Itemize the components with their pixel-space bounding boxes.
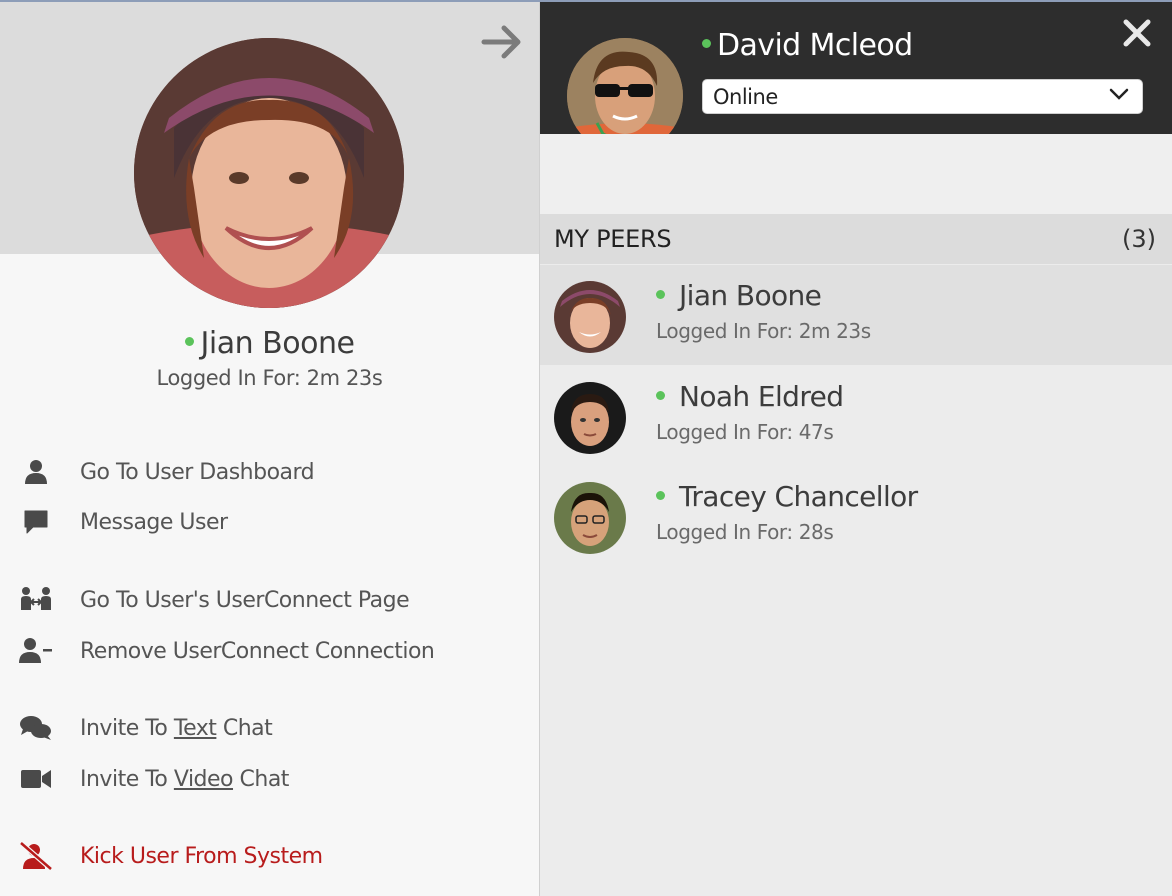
- userconnect-page-label: Go To User's UserConnect Page: [80, 587, 410, 613]
- online-status-dot: [656, 390, 665, 400]
- peer-name: Noah Eldred: [656, 380, 844, 413]
- current-user-name: David Mcleod: [702, 28, 913, 63]
- user-connect-icon: [18, 585, 54, 615]
- peer-logged-in-time: Logged In For: 2m 23s: [656, 319, 871, 343]
- invite-video-suffix: Chat: [233, 766, 290, 792]
- invite-text-chat-action[interactable]: Invite To Text Chat: [18, 710, 273, 746]
- chat-bubbles-icon: [18, 713, 54, 743]
- arrow-right-icon[interactable]: [480, 22, 526, 62]
- peer-logged-in-time: Logged In For: 28s: [656, 520, 834, 544]
- go-to-dashboard-action[interactable]: Go To User Dashboard: [18, 454, 315, 490]
- user-slash-icon: [18, 841, 54, 871]
- online-status-dot: [184, 337, 194, 346]
- peer-item-noah-eldred[interactable]: Noah Eldred Logged In For: 47s: [540, 366, 1172, 466]
- invite-text-prefix: Invite To: [80, 715, 174, 741]
- current-user-name-text: David Mcleod: [717, 28, 913, 63]
- invite-video-chat-action[interactable]: Invite To Video Chat: [18, 761, 289, 797]
- peer-avatar: [554, 281, 626, 353]
- userconnect-page-action[interactable]: Go To User's UserConnect Page: [18, 582, 410, 618]
- peer-avatar: [554, 482, 626, 554]
- header-spacer: [540, 134, 1172, 214]
- peers-section-header: MY PEERS (3): [540, 214, 1172, 264]
- online-status-dot: [702, 39, 711, 48]
- invite-text-suffix: Chat: [216, 715, 273, 741]
- status-select-value: Online: [713, 84, 778, 109]
- chevron-down-icon: [1108, 87, 1130, 106]
- profile-logged-in-time: Logged In For: 2m 23s: [156, 366, 383, 390]
- profile-avatar: [134, 38, 404, 308]
- peer-name: Tracey Chancellor: [656, 480, 918, 513]
- peer-name-text: Noah Eldred: [679, 380, 844, 413]
- user-minus-icon: [18, 636, 54, 666]
- invite-video-chat-label: Invite To Video Chat: [80, 767, 289, 792]
- close-icon[interactable]: [1122, 18, 1152, 48]
- peer-item-tracey-chancellor[interactable]: Tracey Chancellor Logged In For: 28s: [540, 466, 1172, 566]
- profile-name-text: Jian Boone: [200, 326, 355, 361]
- peer-logged-in-time: Logged In For: 47s: [656, 420, 834, 444]
- online-status-dot: [656, 289, 665, 299]
- peer-name-text: Jian Boone: [679, 279, 822, 312]
- peer-avatar: [554, 382, 626, 454]
- user-icon: [18, 457, 54, 487]
- message-user-label: Message User: [80, 509, 228, 535]
- go-to-dashboard-label: Go To User Dashboard: [80, 459, 315, 485]
- status-select[interactable]: Online: [702, 79, 1143, 114]
- invite-text-link[interactable]: Text: [174, 716, 217, 741]
- peer-item-jian-boone[interactable]: Jian Boone Logged In For: 2m 23s: [540, 265, 1172, 365]
- remove-connection-action[interactable]: Remove UserConnect Connection: [18, 633, 435, 669]
- user-detail-panel: Jian Boone Logged In For: 2m 23s Go To U…: [0, 2, 540, 896]
- peers-count: (3): [1122, 225, 1156, 253]
- peer-name: Jian Boone: [656, 279, 822, 312]
- invite-video-prefix: Invite To: [80, 766, 174, 792]
- peer-name-text: Tracey Chancellor: [679, 480, 918, 513]
- profile-name: Jian Boone: [0, 326, 539, 361]
- peers-title: MY PEERS: [554, 225, 672, 253]
- message-bubble-icon: [18, 507, 54, 537]
- video-camera-icon: [18, 764, 54, 794]
- remove-connection-label: Remove UserConnect Connection: [80, 638, 435, 664]
- message-user-action[interactable]: Message User: [18, 504, 228, 540]
- invite-text-chat-label: Invite To Text Chat: [80, 715, 273, 741]
- kick-user-action[interactable]: Kick User From System: [18, 838, 323, 874]
- invite-video-link[interactable]: Video: [174, 767, 234, 792]
- online-status-dot: [656, 490, 665, 500]
- peers-panel: David Mcleod Online MY PEERS (3) Jian Bo…: [540, 2, 1172, 896]
- kick-user-label: Kick User From System: [80, 843, 323, 869]
